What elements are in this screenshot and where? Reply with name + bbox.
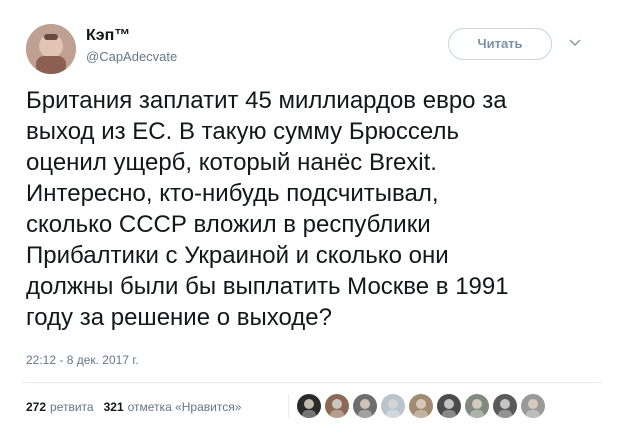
likes-stat[interactable]: 321 отметка «Нравится» <box>104 400 242 414</box>
liker-avatar-3-icon[interactable] <box>353 394 377 418</box>
liker-avatar-5-icon[interactable] <box>409 394 433 418</box>
stats-divider <box>288 394 289 418</box>
divider <box>22 382 602 383</box>
retweets-label: ретвита <box>50 400 94 414</box>
liker-avatar-6-icon[interactable] <box>437 394 461 418</box>
liker-avatar-8-icon[interactable] <box>493 394 517 418</box>
retweets-count: 272 <box>26 400 47 414</box>
retweets-stat[interactable]: 272 ретвита <box>26 400 94 414</box>
tweet-card: Кэп™ @CapAdecvate Читать Британия заплат… <box>0 0 622 438</box>
likers-list <box>297 394 549 418</box>
liker-avatar-7-icon[interactable] <box>465 394 489 418</box>
author-handle[interactable]: @CapAdecvate <box>86 48 177 66</box>
author-avatar[interactable] <box>26 24 76 74</box>
liker-avatar-4-icon[interactable] <box>381 394 405 418</box>
chevron-down-icon[interactable] <box>568 36 582 50</box>
tweet-text: Британия заплатит 45 миллиардов евро за … <box>26 87 509 331</box>
likes-label: отметка «Нравится» <box>127 400 242 414</box>
author-display-name[interactable]: Кэп™ <box>86 26 177 46</box>
likes-count: 321 <box>103 400 124 414</box>
tweet-timestamp[interactable]: 22:12 - 8 дек. 2017 г. <box>26 353 139 367</box>
profile-photo-icon <box>26 24 76 74</box>
liker-avatar-2-icon[interactable] <box>325 394 349 418</box>
author-info: Кэп™ @CapAdecvate <box>86 26 177 66</box>
liker-avatar-1-icon[interactable] <box>297 394 321 418</box>
liker-avatar-9-icon[interactable] <box>521 394 545 418</box>
tweet-stats: 272 ретвита 321 отметка «Нравится» <box>26 398 241 416</box>
follow-button[interactable]: Читать <box>448 28 552 60</box>
